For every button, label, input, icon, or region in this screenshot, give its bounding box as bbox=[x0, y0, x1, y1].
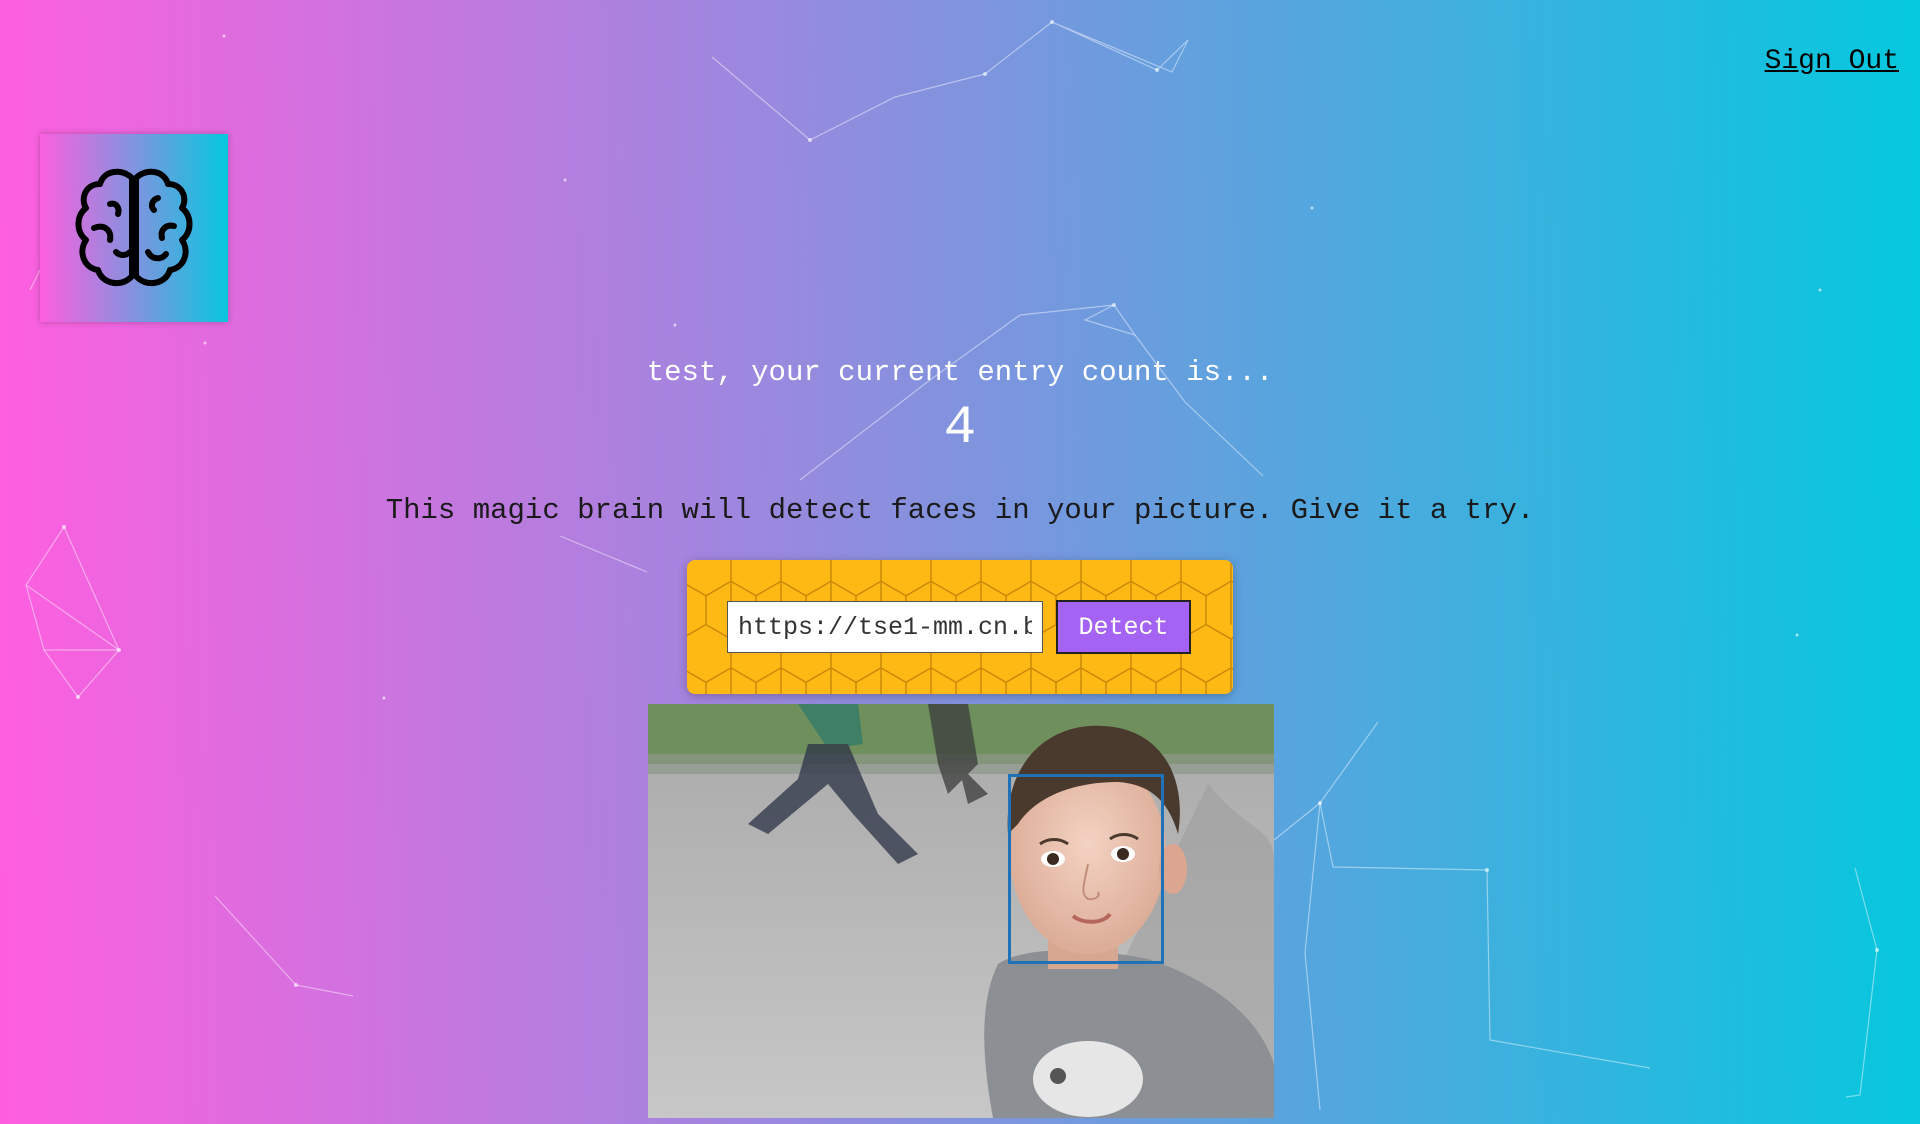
child-photo bbox=[648, 704, 1274, 1118]
brain-icon bbox=[75, 168, 193, 287]
entry-count: 4 bbox=[943, 398, 977, 459]
face-bounding-box bbox=[1008, 774, 1164, 964]
tagline: This magic brain will detect faces in yo… bbox=[385, 494, 1535, 527]
detect-button[interactable]: Detect bbox=[1056, 600, 1191, 654]
top-nav: Sign Out bbox=[1765, 46, 1899, 77]
logo-tile[interactable] bbox=[40, 134, 228, 322]
sign-out-link[interactable]: Sign Out bbox=[1765, 46, 1899, 77]
input-image bbox=[648, 704, 1274, 1118]
entry-greeting: test, your current entry count is... bbox=[646, 356, 1274, 389]
image-link-form: Detect bbox=[687, 560, 1233, 694]
image-url-input[interactable] bbox=[727, 601, 1043, 653]
